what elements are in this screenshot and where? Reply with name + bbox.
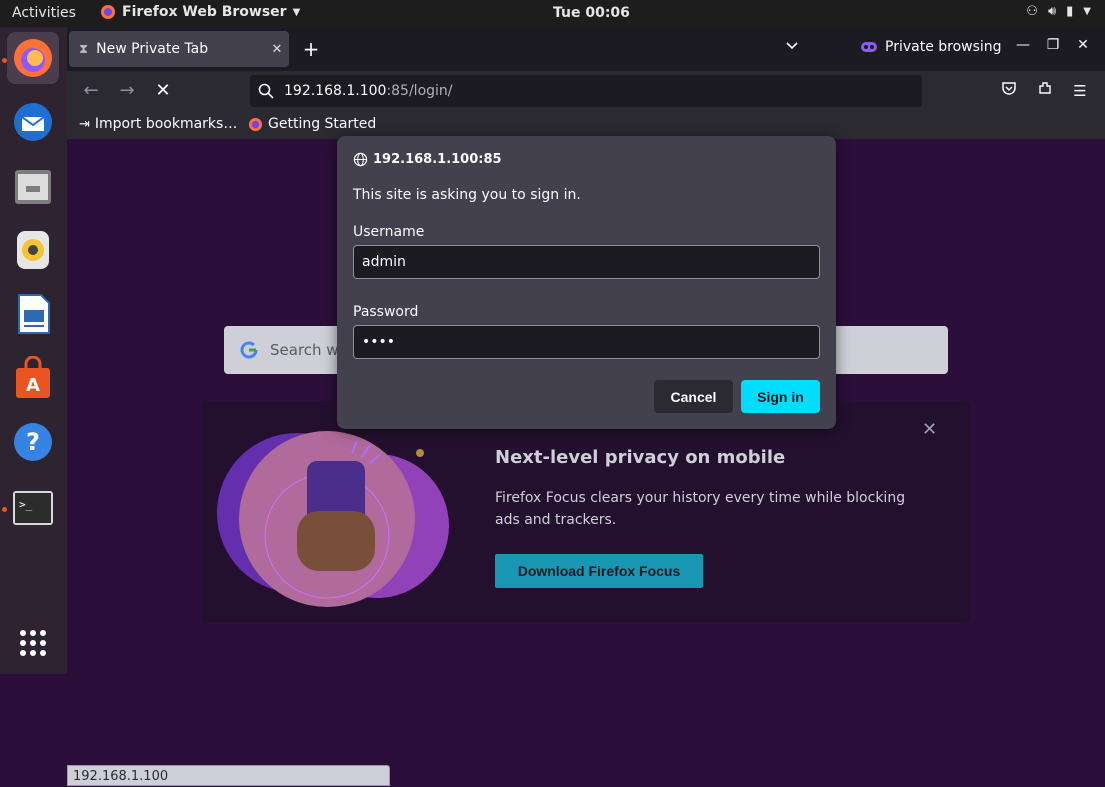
- minimize-button[interactable]: —: [1013, 37, 1033, 53]
- hamburger-menu-icon[interactable]: ☰: [1068, 79, 1092, 103]
- terminal-icon: >_: [13, 491, 53, 525]
- dock-files[interactable]: [7, 160, 59, 212]
- close-window-button[interactable]: ✕: [1073, 37, 1093, 53]
- bookmark-import[interactable]: ⇥ Import bookmarks…: [79, 116, 237, 132]
- files-icon: [15, 170, 51, 204]
- writer-icon: [18, 294, 50, 334]
- chevron-down-icon: ▼: [1083, 6, 1091, 17]
- dock-thunderbird[interactable]: [7, 96, 59, 148]
- dock: A ? >_: [0, 27, 67, 674]
- new-tab-button[interactable]: +: [299, 37, 323, 61]
- nav-bar: ← → ✕ 192.168.1.100:85/login/ ☰: [67, 71, 1105, 111]
- dock-firefox[interactable]: [7, 32, 59, 84]
- app-menu[interactable]: Firefox Web Browser ▼: [100, 4, 300, 20]
- bookmark-getting-started[interactable]: Getting Started: [248, 116, 376, 132]
- network-icon: ⚇: [1026, 4, 1038, 19]
- pocket-icon[interactable]: [997, 79, 1021, 103]
- dock-writer[interactable]: [7, 288, 59, 340]
- close-icon[interactable]: ✕: [922, 419, 937, 440]
- apps-grid-icon: [20, 630, 46, 656]
- chevron-down-icon: ▼: [292, 6, 301, 18]
- activities-button[interactable]: Activities: [12, 5, 76, 21]
- gnome-top-bar: Activities Firefox Web Browser ▼ Tue 00:…: [0, 0, 1105, 27]
- dock-terminal[interactable]: >_: [7, 482, 59, 534]
- url-host: 192.168.1.100: [284, 83, 387, 99]
- rhythmbox-icon: [17, 231, 49, 269]
- hourglass-icon: ⧗: [79, 41, 89, 57]
- svg-text:A: A: [26, 375, 40, 396]
- username-field[interactable]: [353, 245, 820, 279]
- dock-help[interactable]: ?: [7, 416, 59, 468]
- username-label: Username: [353, 224, 425, 240]
- password-label: Password: [353, 304, 419, 320]
- dialog-host: 192.168.1.100:85: [353, 152, 502, 167]
- url-path: :85/login/: [386, 83, 453, 99]
- url-bar[interactable]: 192.168.1.100:85/login/: [250, 75, 922, 107]
- dock-show-apps[interactable]: [7, 617, 59, 669]
- clock[interactable]: Tue 00:06: [553, 5, 630, 21]
- extensions-icon[interactable]: [1033, 79, 1057, 103]
- app-menu-label: Firefox Web Browser: [122, 4, 287, 20]
- system-tray[interactable]: ⚇ 🔊︎ ▮ ▼: [1026, 4, 1091, 19]
- svg-text:>_: >_: [19, 498, 33, 511]
- stop-button[interactable]: ✕: [151, 79, 175, 103]
- google-icon: [240, 341, 258, 359]
- tab-bar: ⧗ New Private Tab ✕ + Private browsing —…: [67, 27, 1105, 71]
- status-bar: 192.168.1.100: [67, 765, 390, 786]
- bookmark-label: Getting Started: [268, 116, 377, 132]
- chevron-down-icon: [786, 42, 798, 50]
- list-all-tabs-button[interactable]: [785, 37, 799, 56]
- software-icon: A: [16, 356, 50, 398]
- http-auth-dialog: 192.168.1.100:85 This site is asking you…: [337, 136, 836, 429]
- volume-icon: 🔊︎: [1047, 4, 1057, 19]
- svg-text:?: ?: [26, 428, 40, 456]
- dialog-host-label: 192.168.1.100:85: [373, 152, 502, 167]
- search-icon: [258, 83, 274, 99]
- thunderbird-icon: [14, 103, 52, 141]
- firefox-icon: [14, 39, 52, 77]
- bookmark-label: Import bookmarks…: [94, 116, 238, 132]
- sign-in-button[interactable]: Sign in: [741, 380, 820, 413]
- password-field[interactable]: [353, 325, 820, 359]
- promo-illustration: [217, 431, 449, 607]
- bookmarks-toolbar: ⇥ Import bookmarks… Getting Started: [67, 111, 1105, 139]
- dialog-message: This site is asking you to sign in.: [353, 187, 581, 203]
- dock-rhythmbox[interactable]: [7, 224, 59, 276]
- dock-software[interactable]: A: [7, 352, 59, 404]
- restore-button[interactable]: ❐: [1043, 37, 1063, 53]
- private-mask-icon: [861, 42, 877, 52]
- firefox-small-icon: [248, 117, 263, 131]
- close-icon[interactable]: ✕: [265, 42, 289, 57]
- firefox-small-icon: [101, 5, 115, 19]
- import-icon: ⇥: [79, 116, 90, 132]
- private-browsing-label: Private browsing: [885, 39, 1002, 55]
- promo-title: Next-level privacy on mobile: [495, 447, 786, 468]
- private-browsing-indicator: Private browsing: [861, 39, 1002, 55]
- help-icon: ?: [14, 423, 52, 461]
- tab-new-private[interactable]: ⧗ New Private Tab ✕: [69, 31, 289, 67]
- download-focus-button[interactable]: Download Firefox Focus: [495, 554, 703, 588]
- globe-icon: [353, 152, 368, 167]
- forward-button[interactable]: →: [115, 79, 139, 103]
- promo-body: Firefox Focus clears your history every …: [495, 490, 906, 528]
- tab-title: New Private Tab: [96, 41, 209, 57]
- cancel-button[interactable]: Cancel: [654, 380, 733, 413]
- focus-promo-card: Next-level privacy on mobile Firefox Foc…: [202, 401, 970, 623]
- search-placeholder: Search wi: [270, 341, 343, 359]
- back-button[interactable]: ←: [79, 79, 103, 103]
- battery-icon: ▮: [1066, 4, 1074, 19]
